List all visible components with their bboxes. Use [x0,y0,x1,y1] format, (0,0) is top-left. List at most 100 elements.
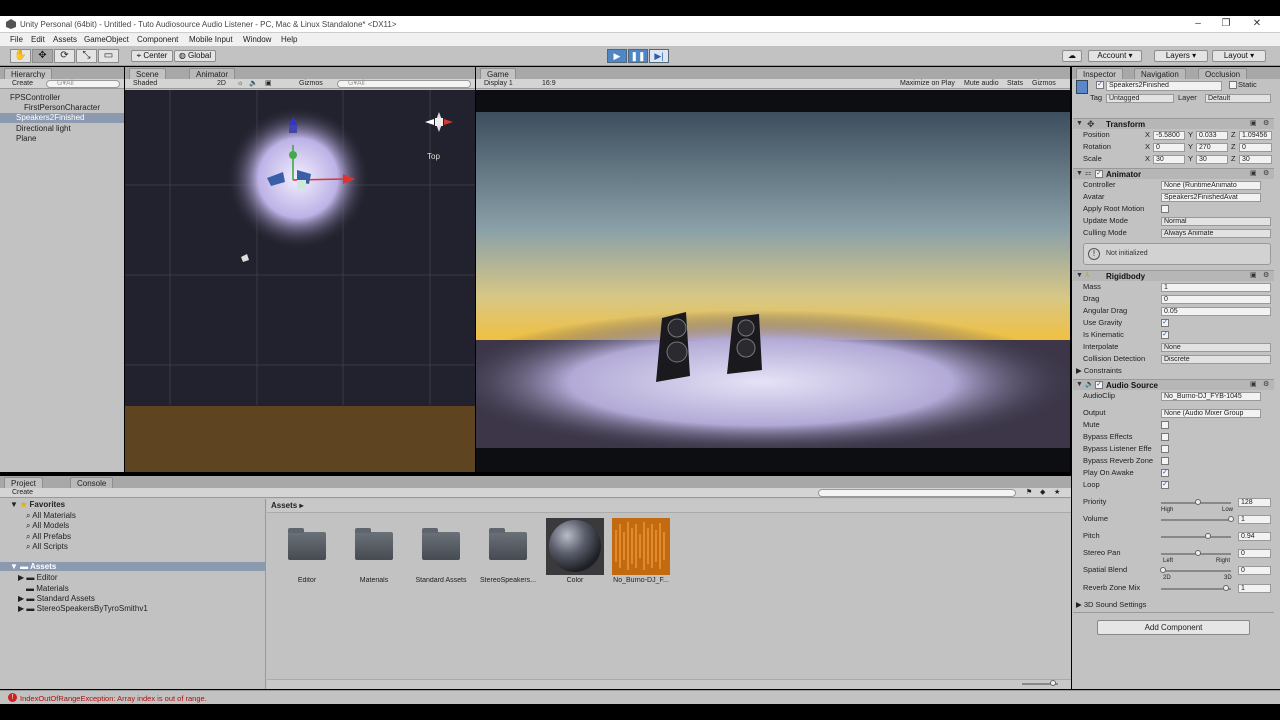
spatial-blend-field[interactable]: 0 [1238,566,1271,575]
tab-navigation[interactable]: Navigation [1134,68,1186,79]
animator-header[interactable]: ▼ ⚏ ✓ Animator ▣ ⚙ [1073,168,1274,179]
effects-toggle-icon[interactable]: ▣ [265,80,272,88]
star-icon[interactable]: ★ [1054,489,1060,497]
status-bar[interactable]: ! IndexOutOfRangeException: Array index … [0,690,1280,704]
mute-audio-toggle[interactable]: Mute audio [964,80,999,88]
hierarchy-item-firstpersoncharacter[interactable]: FirstPersonCharacter [24,103,100,113]
hierarchy-item-plane[interactable]: Plane [16,134,36,144]
animator-enabled-checkbox[interactable]: ✓ [1095,170,1103,178]
volume-slider[interactable] [1161,519,1231,521]
tab-scene[interactable]: Scene [129,68,166,79]
pitch-field[interactable]: 0.94 [1238,532,1271,541]
menu-mobile-input[interactable]: Mobile Input [189,35,233,44]
angular-drag-field[interactable]: 0.05 [1161,307,1271,316]
audio-toggle-icon[interactable]: 🔈 [249,80,258,88]
drag-field[interactable]: 0 [1161,295,1271,304]
help-icon[interactable]: ▣ [1250,380,1257,388]
favorite-all-models[interactable]: ⌕ All Models [26,521,69,531]
scale-tool-button[interactable]: ⤡ [76,49,97,63]
volume-slider-knob[interactable] [1228,516,1234,522]
project-create-dropdown[interactable]: Create [12,489,33,497]
use-gravity-checkbox[interactable]: ✓ [1161,319,1169,327]
spatial-blend-slider[interactable] [1161,570,1231,572]
close-button[interactable]: ✕ [1247,18,1267,29]
tree-item-standard-assets[interactable]: ▶ ▬ Standard Assets [18,594,95,603]
pivot-center-button[interactable]: ⌖ Center [131,50,173,62]
play-on-awake-checkbox[interactable]: ✓ [1161,469,1169,477]
maximize-on-play-toggle[interactable]: Maximize on Play [900,80,955,88]
mode-2d-toggle[interactable]: 2D [217,80,226,88]
tree-item-editor[interactable]: ▶ ▬ Editor [18,573,58,582]
favorites-header[interactable]: ▼ ★ Favorites [10,500,65,509]
hierarchy-item-fpscontroller[interactable]: FPSController [10,93,60,103]
tab-project[interactable]: Project [4,477,43,488]
shading-mode-dropdown[interactable]: Shaded [133,80,157,88]
3d-sound-settings-foldout[interactable]: ▶ 3D Sound Settings [1076,600,1146,610]
avatar-field[interactable]: Speakers2FinishedAvat [1161,193,1261,202]
favorite-all-scripts[interactable]: ⌕ All Scripts [26,542,68,552]
transform-header[interactable]: ▼ ✥ Transform ▣ ⚙ [1073,118,1274,129]
tab-console[interactable]: Console [70,477,114,488]
stereo-pan-field[interactable]: 0 [1238,549,1271,558]
scene-viewport[interactable]: Top [125,90,475,472]
account-dropdown[interactable]: Account ▾ [1088,50,1142,62]
minimize-button[interactable]: – [1188,18,1208,29]
game-viewport[interactable] [476,90,1070,472]
menu-window[interactable]: Window [243,35,271,44]
gear-icon[interactable]: ⚙ [1263,119,1269,127]
assets-root-item[interactable]: ▼ ▬ Assets [0,562,266,571]
audio-source-enabled-checkbox[interactable]: ✓ [1095,381,1103,389]
tab-occlusion[interactable]: Occlusion [1198,68,1248,79]
favorite-all-prefabs[interactable]: ⌕ All Prefabs [26,532,71,542]
output-field[interactable]: None (Audio Mixer Group [1161,409,1261,418]
gizmos-dropdown[interactable]: Gizmos [299,80,323,88]
tab-animator[interactable]: Animator [189,68,236,79]
collision-detection-dropdown[interactable]: Discrete [1161,355,1271,364]
gear-icon[interactable]: ⚙ [1263,380,1269,388]
rotation-z-field[interactable]: 0 [1239,143,1272,152]
position-y-field[interactable]: 0.033 [1196,131,1228,140]
volume-field[interactable]: 1 [1238,515,1271,524]
move-tool-button[interactable]: ✥ [32,49,53,63]
tree-item-materials[interactable]: ▬ Materials [26,584,69,593]
scene-search-input[interactable]: G▾All [337,80,471,88]
menu-gameobject[interactable]: GameObject [84,35,129,44]
bypass-listener-checkbox[interactable] [1161,445,1169,453]
cloud-icon[interactable]: ☁ [1062,50,1082,62]
audio-source-header[interactable]: ▼ 🔈 ✓ Audio Source ▣ ⚙ [1073,379,1274,390]
filter-label-icon[interactable]: ◆ [1040,489,1045,497]
step-button[interactable]: ▶| [649,49,669,63]
game-gizmos-dropdown[interactable]: Gizmos [1032,80,1056,88]
constraints-foldout[interactable]: ▶ Constraints [1076,366,1122,376]
gear-icon[interactable]: ⚙ [1263,169,1269,177]
layout-dropdown[interactable]: Layout ▾ [1212,50,1266,62]
tree-item-stereospeakers[interactable]: ▶ ▬ StereoSpeakersByTyroSmithv1 [18,604,148,613]
layers-dropdown[interactable]: Layers ▾ [1154,50,1208,62]
is-kinematic-checkbox[interactable]: ✓ [1161,331,1169,339]
gear-icon[interactable]: ⚙ [1263,271,1269,279]
rotate-tool-button[interactable]: ⟳ [54,49,75,63]
menu-assets[interactable]: Assets [53,35,77,44]
hierarchy-item-speakers2finished[interactable]: Speakers2Finished [0,113,124,123]
position-z-field[interactable]: 1.09456 [1239,131,1272,140]
bypass-effects-checkbox[interactable] [1161,433,1169,441]
controller-field[interactable]: None (RuntimeAnimato [1161,181,1261,190]
play-button[interactable]: ▶ [607,49,627,63]
lighting-toggle-icon[interactable]: ☼ [237,80,243,88]
tab-game[interactable]: Game [480,68,516,79]
scale-y-field[interactable]: 30 [1196,155,1228,164]
favorite-all-materials[interactable]: ⌕ All Materials [26,511,76,521]
help-icon[interactable]: ▣ [1250,119,1257,127]
help-icon[interactable]: ▣ [1250,271,1257,279]
display-dropdown[interactable]: Display 1 [484,80,513,88]
audioclip-field[interactable]: No_Burno-DJ_FYB-1045 [1161,392,1261,401]
hierarchy-search-input[interactable]: G▾All [46,80,120,88]
priority-field[interactable]: 128 [1238,498,1271,507]
priority-slider-knob[interactable] [1195,499,1201,505]
pivot-global-button[interactable]: ◍ Global [174,50,216,62]
pitch-slider[interactable] [1161,536,1231,538]
hand-tool-button[interactable]: ✋ [10,49,31,63]
aspect-dropdown[interactable]: 16:9 [542,80,556,88]
project-search-input[interactable] [818,489,1016,497]
rigidbody-header[interactable]: ▼ ⅄ Rigidbody ▣ ⚙ [1073,270,1274,281]
